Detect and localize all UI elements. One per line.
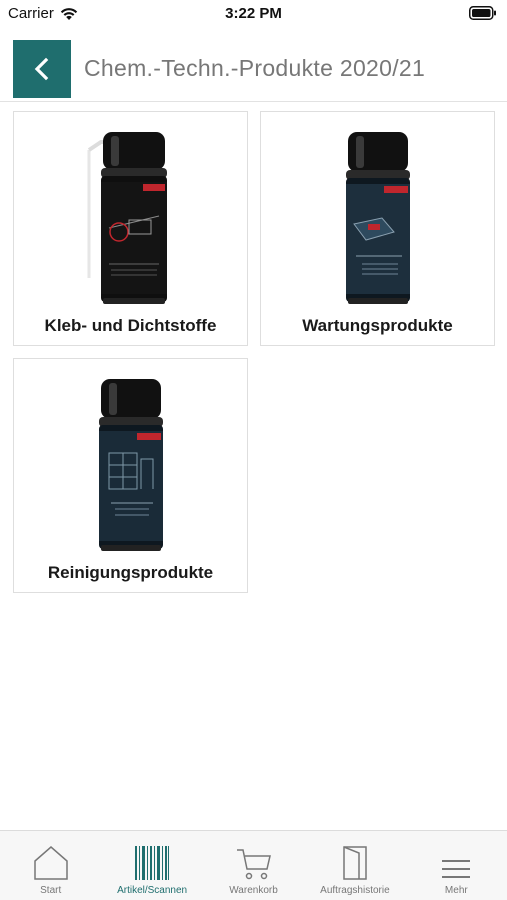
- spray-can-image: [87, 132, 167, 304]
- category-label: Kleb- und Dichtstoffe: [44, 316, 217, 335]
- barcode-icon: [135, 846, 170, 880]
- tab-warenkorb[interactable]: Warenkorb: [203, 831, 304, 900]
- tab-label: Mehr: [444, 885, 468, 896]
- tab-auftragshistorie[interactable]: Auftragshistorie: [304, 831, 405, 900]
- spray-can-image: [345, 132, 410, 304]
- tab-artikel-scannen[interactable]: Artikel/Scannen: [101, 831, 202, 900]
- tab-label: Warenkorb: [229, 885, 278, 896]
- door-icon: [343, 846, 367, 880]
- home-icon: [33, 846, 68, 880]
- tab-label: Start: [40, 885, 62, 896]
- tab-start[interactable]: Start: [0, 831, 101, 900]
- status-bar: Carrier 3:22 PM: [0, 0, 507, 26]
- chevron-left-icon: [34, 57, 49, 81]
- header: Chem.-Techn.-Produkte 2020/21: [0, 36, 507, 102]
- tab-label: Artikel/Scannen: [117, 885, 188, 896]
- spray-can-image: [98, 379, 163, 551]
- clock: 3:22 PM: [225, 5, 282, 22]
- category-label: Wartungsprodukte: [302, 316, 453, 335]
- tab-label: Auftragshistorie: [320, 885, 390, 896]
- tab-bar: Start Artikel/Scannen Warenkorb Auftrags…: [0, 830, 507, 900]
- page-title: Chem.-Techn.-Produkte 2020/21: [84, 55, 426, 81]
- category-tile-wartungsprodukte[interactable]: Wartungsprodukte: [260, 111, 495, 346]
- tab-mehr[interactable]: Mehr: [406, 831, 507, 900]
- battery-icon: [469, 6, 496, 20]
- category-tile-reinigungsprodukte[interactable]: Reinigungsprodukte: [13, 358, 248, 593]
- cart-icon: [236, 849, 271, 880]
- category-label: Reinigungsprodukte: [47, 563, 214, 582]
- category-tile-kleb-dichtstoffe[interactable]: Kleb- und Dichtstoffe: [13, 111, 248, 346]
- back-button[interactable]: [13, 40, 71, 98]
- menu-icon: [442, 860, 471, 878]
